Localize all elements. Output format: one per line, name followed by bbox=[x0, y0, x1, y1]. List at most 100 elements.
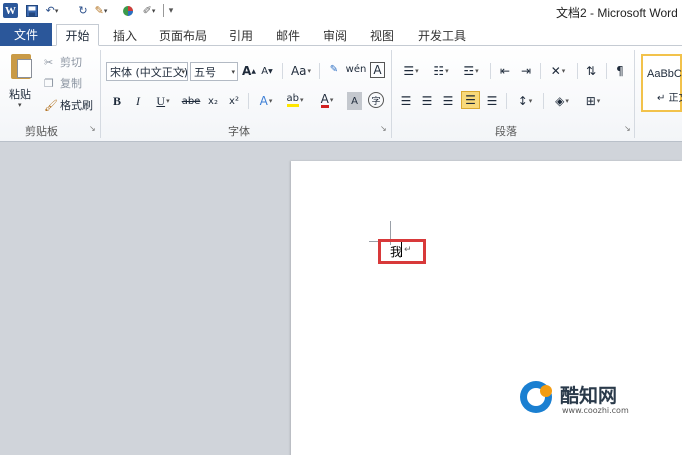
justify-icon: ☰ bbox=[465, 93, 476, 107]
font-color-button[interactable]: A ▾ bbox=[314, 91, 340, 109]
subscript-button[interactable]: x₂ bbox=[205, 92, 221, 110]
tab-mailings[interactable]: 邮件 bbox=[269, 24, 307, 46]
italic-button[interactable]: I bbox=[132, 92, 144, 110]
font-group-label: 字体 bbox=[228, 125, 250, 138]
numbered-list-icon: ☷ bbox=[433, 64, 445, 78]
ribbon: 粘贴 ▾ ✂ 剪切 ❐ 复制 🖌 格式刷 剪贴板 ↘ 宋体 (中文正文) ▾ 五号 ▾ A… bbox=[0, 46, 682, 142]
multilevel-list-icon: ☲ bbox=[463, 64, 475, 78]
decrease-indent-button[interactable]: ⇤ bbox=[496, 62, 514, 80]
undo-icon[interactable]: ↶ ▾ bbox=[45, 3, 59, 18]
enclose-char-button[interactable]: 字 bbox=[368, 92, 384, 108]
distribute-icon: ☰ bbox=[486, 94, 498, 108]
highlight-box bbox=[378, 239, 426, 264]
customize-icon[interactable]: ▾ bbox=[166, 3, 176, 18]
format-painter-icon[interactable]: ✎ ▾ bbox=[94, 3, 108, 18]
chevron-down-icon[interactable]: ▾ bbox=[181, 68, 185, 76]
change-case-button[interactable]: Aa ▾ bbox=[288, 62, 314, 80]
clipboard-group-label: 剪贴板 bbox=[25, 125, 58, 138]
numbering-button[interactable]: ☷ ▾ bbox=[428, 62, 454, 80]
align-center-icon: ☰ bbox=[421, 94, 433, 108]
bullets-button[interactable]: ☰ ▾ bbox=[398, 62, 424, 80]
char-shading-button[interactable]: A bbox=[347, 92, 362, 110]
word-app-icon[interactable]: W bbox=[3, 3, 18, 18]
multilevel-list-button[interactable]: ☲ ▾ bbox=[458, 62, 484, 80]
line-spacing-icon: ↕ bbox=[517, 94, 528, 108]
superscript-button[interactable]: x² bbox=[226, 92, 242, 110]
paint-brush-icon: 🖌 bbox=[44, 98, 58, 112]
highlight-button[interactable]: ab ▾ bbox=[283, 91, 307, 109]
scissors-icon: ✂ bbox=[44, 55, 54, 69]
tab-references[interactable]: 引用 bbox=[222, 24, 260, 46]
style-name: ↵ 正文 bbox=[657, 93, 682, 104]
style-normal[interactable]: AaBbCcDd ↵ 正文 bbox=[641, 54, 682, 112]
shrink-font-button[interactable]: A ▼ bbox=[260, 62, 274, 80]
title-bar: W ↶ ▾ ↻ ✎ ▾ ✐ ▾ ▾ 文档2 - Microsoft Word bbox=[0, 0, 682, 22]
distributed-button[interactable]: ☰ bbox=[484, 92, 500, 110]
cut-button[interactable]: ✂ 剪切 bbox=[44, 54, 82, 70]
text-effects-button[interactable]: A ▾ bbox=[254, 92, 278, 110]
align-right-icon: ☰ bbox=[442, 94, 454, 108]
chinese-layout-icon: ✕ bbox=[550, 64, 561, 78]
pinyin-guide-button[interactable]: wén bbox=[346, 60, 367, 78]
grow-font-button[interactable]: A ▲ bbox=[242, 62, 256, 80]
line-spacing-button[interactable]: ↕ ▾ bbox=[512, 92, 538, 110]
paragraph-group-label: 段落 bbox=[495, 125, 517, 138]
watermark: 酷知网 www.coozhi.com bbox=[510, 371, 670, 425]
paint-bucket-icon: ◈ bbox=[555, 94, 565, 108]
sort-button[interactable]: ⇅ bbox=[582, 62, 600, 80]
tab-insert[interactable]: 插入 bbox=[105, 24, 145, 46]
justify-button[interactable]: ☰ bbox=[461, 91, 480, 109]
color-icon[interactable] bbox=[122, 3, 134, 18]
chinese-layout-button[interactable]: ✕ ▾ bbox=[545, 62, 571, 80]
tab-page-layout[interactable]: 页面布局 bbox=[152, 24, 214, 46]
chevron-down-icon[interactable]: ▾ bbox=[231, 68, 235, 76]
undo-dropdown-icon[interactable]: ▾ bbox=[55, 7, 59, 15]
bold-button[interactable]: B bbox=[110, 92, 124, 110]
char-border-button[interactable]: A bbox=[370, 62, 385, 78]
paste-dropdown-icon[interactable]: ▾ bbox=[18, 101, 22, 109]
strikethrough-button[interactable]: abe bbox=[182, 92, 201, 110]
highlighter-icon: ab bbox=[286, 93, 299, 107]
font-launcher-icon[interactable]: ↘ bbox=[380, 125, 388, 133]
align-left-icon: ☰ bbox=[400, 94, 412, 108]
pilcrow-icon: ¶ bbox=[616, 64, 624, 78]
format-painter-button[interactable]: 🖌 格式刷 bbox=[44, 97, 93, 113]
font-size-combo[interactable]: 五号 ▾ bbox=[190, 62, 238, 81]
borders-button[interactable]: ⊞ ▾ bbox=[580, 92, 606, 110]
ribbon-tabs: 文件 开始 插入 页面布局 引用 邮件 审阅 视图 开发工具 bbox=[0, 22, 682, 46]
align-left-button[interactable]: ☰ bbox=[398, 92, 414, 110]
copy-icon: ❐ bbox=[44, 76, 54, 90]
watermark-url: www.coozhi.com bbox=[562, 406, 629, 415]
save-icon[interactable] bbox=[26, 3, 38, 18]
tab-developer[interactable]: 开发工具 bbox=[410, 24, 474, 46]
quick-access-separator bbox=[163, 4, 164, 17]
tab-file[interactable]: 文件 bbox=[0, 23, 52, 46]
outdent-icon: ⇤ bbox=[499, 64, 511, 78]
increase-indent-button[interactable]: ⇥ bbox=[517, 62, 535, 80]
clear-format-button[interactable]: ✎ bbox=[326, 60, 342, 78]
shading-button[interactable]: ◈ ▾ bbox=[549, 92, 575, 110]
copy-button[interactable]: ❐ 复制 bbox=[44, 75, 82, 91]
redo-icon[interactable]: ↻ bbox=[76, 3, 90, 18]
tab-review[interactable]: 审阅 bbox=[316, 24, 354, 46]
bullet-list-icon: ☰ bbox=[403, 64, 415, 78]
draw-icon[interactable]: ✐ ▾ bbox=[142, 3, 156, 18]
tab-view[interactable]: 视图 bbox=[363, 24, 401, 46]
group-separator bbox=[100, 50, 101, 138]
coozhi-logo-icon bbox=[520, 381, 552, 413]
tab-home[interactable]: 开始 bbox=[56, 24, 99, 46]
underline-button[interactable]: U ▾ bbox=[152, 92, 174, 110]
paste-button[interactable]: 粘贴 bbox=[9, 86, 31, 102]
style-sample-text: AaBbCcDd bbox=[647, 68, 682, 80]
indent-icon: ⇥ bbox=[520, 64, 532, 78]
show-marks-button[interactable]: ¶ bbox=[612, 62, 628, 80]
paragraph-launcher-icon[interactable]: ↘ bbox=[624, 125, 632, 133]
align-right-button[interactable]: ☰ bbox=[440, 92, 456, 110]
clipboard-launcher-icon[interactable]: ↘ bbox=[89, 125, 97, 133]
font-name-combo[interactable]: 宋体 (中文正文) ▾ bbox=[106, 62, 188, 81]
watermark-title: 酷知网 bbox=[560, 385, 618, 407]
sort-icon: ⇅ bbox=[585, 64, 597, 78]
borders-icon: ⊞ bbox=[585, 94, 596, 108]
align-center-button[interactable]: ☰ bbox=[419, 92, 435, 110]
paste-icon[interactable] bbox=[11, 52, 35, 80]
